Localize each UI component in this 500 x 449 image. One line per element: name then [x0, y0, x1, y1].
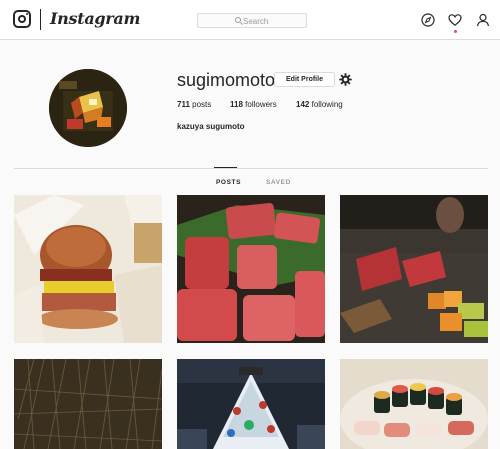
- profile-icon[interactable]: [476, 13, 490, 27]
- search-icon: [235, 17, 241, 23]
- top-navigation-bar: Instagram: [0, 0, 500, 40]
- post-tile-christmas-tree[interactable]: [177, 359, 325, 449]
- followers-stat[interactable]: 118 followers: [230, 100, 277, 109]
- post-tile-hamburger[interactable]: [14, 195, 162, 343]
- logo-divider: [40, 9, 41, 30]
- active-tab-indicator: [214, 167, 237, 168]
- heart-icon[interactable]: [448, 13, 462, 27]
- posts-stat: 711 posts: [177, 100, 211, 109]
- edit-profile-button[interactable]: Edit Profile: [274, 72, 335, 87]
- search-input[interactable]: [243, 15, 303, 27]
- post-tile-grilled-meat[interactable]: [340, 195, 488, 343]
- posts-label: posts: [192, 100, 212, 109]
- post-tile-dried-grass[interactable]: [14, 359, 162, 449]
- followers-count: 118: [230, 100, 243, 109]
- instagram-logo[interactable]: Instagram: [50, 9, 140, 28]
- posts-count: 711: [177, 100, 190, 109]
- avatar[interactable]: [49, 69, 127, 147]
- notification-dot: [454, 30, 457, 33]
- tabs-divider: [14, 168, 488, 169]
- post-tile-raw-beef[interactable]: [177, 195, 325, 343]
- profile-full-name: kazuya sugumoto: [177, 122, 245, 131]
- instagram-camera-icon[interactable]: [13, 10, 31, 28]
- following-count: 142: [296, 100, 310, 109]
- gear-icon[interactable]: [339, 73, 352, 86]
- tab-posts[interactable]: POSTS: [216, 179, 241, 186]
- explore-icon[interactable]: [421, 13, 435, 27]
- followers-label: followers: [245, 100, 277, 109]
- tab-saved[interactable]: SAVED: [266, 179, 291, 186]
- profile-username: sugimomoto: [177, 70, 276, 90]
- post-tile-sushi[interactable]: [340, 359, 488, 449]
- following-label: following: [311, 100, 343, 109]
- following-stat[interactable]: 142 following: [296, 100, 343, 109]
- search-box[interactable]: [197, 13, 307, 28]
